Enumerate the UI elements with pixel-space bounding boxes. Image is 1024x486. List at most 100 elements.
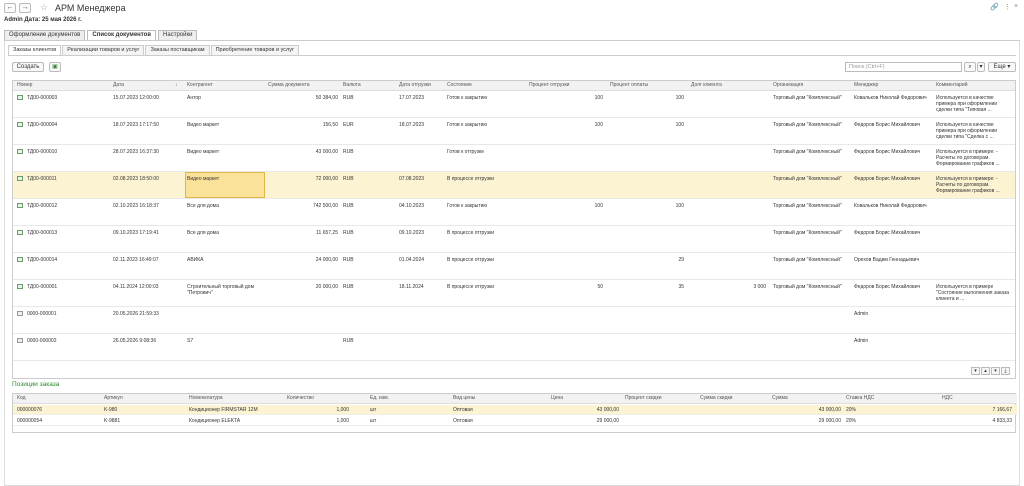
cell-num: 0000-000002 (27, 338, 57, 344)
create-button[interactable]: Создать (12, 62, 44, 72)
document-icon (17, 230, 23, 235)
table-row[interactable]: ТД00-000004 18.07.2023 17:17:50 Видео марк… (13, 118, 1015, 145)
table-row[interactable]: ТД00-000012 02.10.2023 16:18:37 Все для до… (13, 199, 1015, 226)
table-row[interactable]: ТД00-000011 02.08.2023 18:50:00 Видео марк… (13, 172, 1015, 199)
forward-arrow-icon[interactable]: → (19, 3, 31, 13)
cell-mgr: Федоров Борис Михайлович (854, 176, 921, 182)
back-arrow-icon[interactable]: ← (4, 3, 16, 13)
favorite-star-icon[interactable]: ☆ (40, 2, 48, 13)
subtabs-divider (8, 55, 1016, 56)
cell-agent: Все для дома (187, 203, 219, 209)
col-number[interactable]: Номер (17, 82, 32, 88)
cell-org: Торговый дом "Комплексный" (773, 203, 842, 209)
cell-ptype: Оптовая (453, 418, 473, 424)
cell-ppay: 100 (675, 95, 684, 101)
table-row[interactable]: 000000054 K-9881 Кондиционер ELEKTA 1,000 шт… (13, 416, 1017, 426)
cell-mgr: Орехов Вадим Геннадьевич (854, 257, 920, 263)
tab-purchases[interactable]: Приобретение товаров и услуг (210, 45, 300, 55)
col-total[interactable]: Сумма (772, 395, 788, 401)
scroll-bottom-icon[interactable]: ▾ (971, 367, 980, 375)
cell-comment: Используется в качестве примера при офор… (936, 95, 998, 113)
tab-oformlenie[interactable]: Оформление документов (4, 30, 86, 40)
search-icon[interactable]: ⌕ (964, 62, 976, 72)
link-icon[interactable]: 🔗 (990, 3, 999, 11)
cell-rate: 20% (846, 407, 857, 413)
table-row[interactable]: 000000076 K-980 Кондиционер FIRMSTAR 12M 1,… (13, 405, 1017, 415)
col-article[interactable]: Артикул (104, 395, 123, 401)
cell-agent: Видео маркет (187, 149, 220, 155)
cell-pship: 100 (594, 95, 603, 101)
table-row[interactable]: ТД00-000013 09.10.2023 17:19:41 Все для до… (13, 226, 1015, 253)
cell-org: Торговый дом "Комплексный" (773, 257, 842, 263)
table-row[interactable]: 0000-000002 26.05.2026 9:08:36 S7 RUB Admin (13, 334, 1015, 361)
tab-supplier-orders[interactable]: Заказы поставщикам (145, 45, 210, 55)
cell-state: В процессе отгрузки (447, 230, 495, 236)
cell-sum: 11 657,25 (316, 230, 338, 236)
cell-mgr: Ковальков Николай Федорович (854, 95, 927, 101)
tab-settings[interactable]: Настройки (158, 30, 198, 40)
tab-document-list[interactable]: Список документов (87, 30, 157, 40)
cell-sum: 43 000,00 (818, 407, 841, 413)
cell-state: Готов к отгрузке (447, 149, 485, 155)
col-client-debt[interactable]: Долг клиента (691, 82, 722, 88)
col-nomenclature[interactable]: Номенклатура (189, 395, 223, 401)
table-row[interactable]: ТД00-000014 02.11.2023 16:49:07 АВИКА 24 00… (13, 253, 1015, 280)
col-vat[interactable]: НДС (942, 395, 953, 401)
more-label: Еще (993, 64, 1006, 70)
cell-date: 09.10.2023 17:19:41 (113, 230, 159, 236)
table-row[interactable]: 0000-000001 20.05.2026 21:59:33 Admin (13, 307, 1015, 334)
col-pay-percent[interactable]: Процент оплаты (610, 82, 648, 88)
cell-art: K-9881 (104, 418, 121, 424)
cell-cur: EUR (343, 122, 354, 128)
col-comment[interactable]: Комментарий (936, 82, 968, 88)
document-icon (17, 176, 23, 181)
excel-export-icon[interactable]: ▣ (49, 62, 61, 72)
col-sum[interactable]: Сумма документа (268, 82, 309, 88)
scroll-up-icon[interactable]: ▴ (981, 367, 990, 375)
scroll-down-icon[interactable]: ▾ (991, 367, 1000, 375)
cell-pship: 100 (594, 203, 603, 209)
cell-num: ТД00-000010 (27, 149, 58, 155)
col-state[interactable]: Состояние (447, 82, 472, 88)
chevron-down-icon[interactable]: ▾ (977, 62, 985, 72)
cell-mgr: Федоров Борис Михайлович (854, 284, 921, 290)
table-row[interactable]: ТД00-000010 28.07.2023 16:37:30 Видео марк… (13, 145, 1015, 172)
close-icon[interactable]: × (1014, 3, 1018, 10)
col-counterparty[interactable]: Контрагент (187, 82, 213, 88)
col-discount-percent[interactable]: Процент скидки (625, 395, 662, 401)
col-price-type[interactable]: Вид цены (453, 395, 475, 401)
page-title: АРМ Менеджера (55, 3, 126, 13)
table-row[interactable]: ТД00-000003 15.07.2023 12:00:00 Антор 50 38… (13, 91, 1015, 118)
table-row[interactable]: ТД00-000001 04.11.2024 12:00:03 Строительн… (13, 280, 1015, 307)
cell-state: В процессе отгрузки (447, 257, 495, 263)
col-ship-date[interactable]: Дата отгрузки (399, 82, 431, 88)
cell-org: Торговый дом "Комплексный" (773, 230, 842, 236)
cell-agent: АВИКА (187, 257, 204, 263)
col-discount-sum[interactable]: Сумма скидки (700, 395, 732, 401)
col-currency[interactable]: Валюта (343, 82, 361, 88)
cell-mgr: Admin (854, 338, 869, 344)
cell-price: 43 000,00 (596, 407, 619, 413)
col-organization[interactable]: Организация (773, 82, 803, 88)
cell-ptype: Оптовая (453, 407, 473, 413)
orders-table-header: Номер Дата ↓ Контрагент Сумма документа … (13, 81, 1015, 91)
search-input[interactable]: Поиск (Ctrl+F) (845, 62, 962, 72)
cell-sum: 24 000,00 (315, 257, 338, 263)
table-scroll-buttons: ▾ ▴ ▾ ⤓ (971, 367, 1010, 375)
more-button[interactable]: Еще ▾ (988, 62, 1016, 72)
col-quantity[interactable]: Количество (287, 395, 314, 401)
col-ship-percent[interactable]: Процент отгрузки (529, 82, 569, 88)
col-unit[interactable]: Ед. изм. (370, 395, 389, 401)
col-price[interactable]: Цена (551, 395, 563, 401)
col-manager[interactable]: Менеджер (854, 82, 878, 88)
col-code[interactable]: Код (17, 395, 26, 401)
scroll-end-icon[interactable]: ⤓ (1001, 367, 1010, 375)
col-date[interactable]: Дата (113, 82, 124, 88)
col-vat-rate[interactable]: Ставка НДС (846, 395, 874, 401)
cell-cur: RUB (343, 338, 354, 344)
cell-num: ТД00-000014 (27, 257, 58, 263)
cell-sum: 43 000,00 (315, 149, 338, 155)
tab-customer-orders[interactable]: Заказы клиентов (8, 45, 62, 55)
more-vertical-icon[interactable]: ⋮ (1004, 3, 1011, 11)
tab-sales[interactable]: Реализации товаров и услуг (62, 45, 145, 55)
